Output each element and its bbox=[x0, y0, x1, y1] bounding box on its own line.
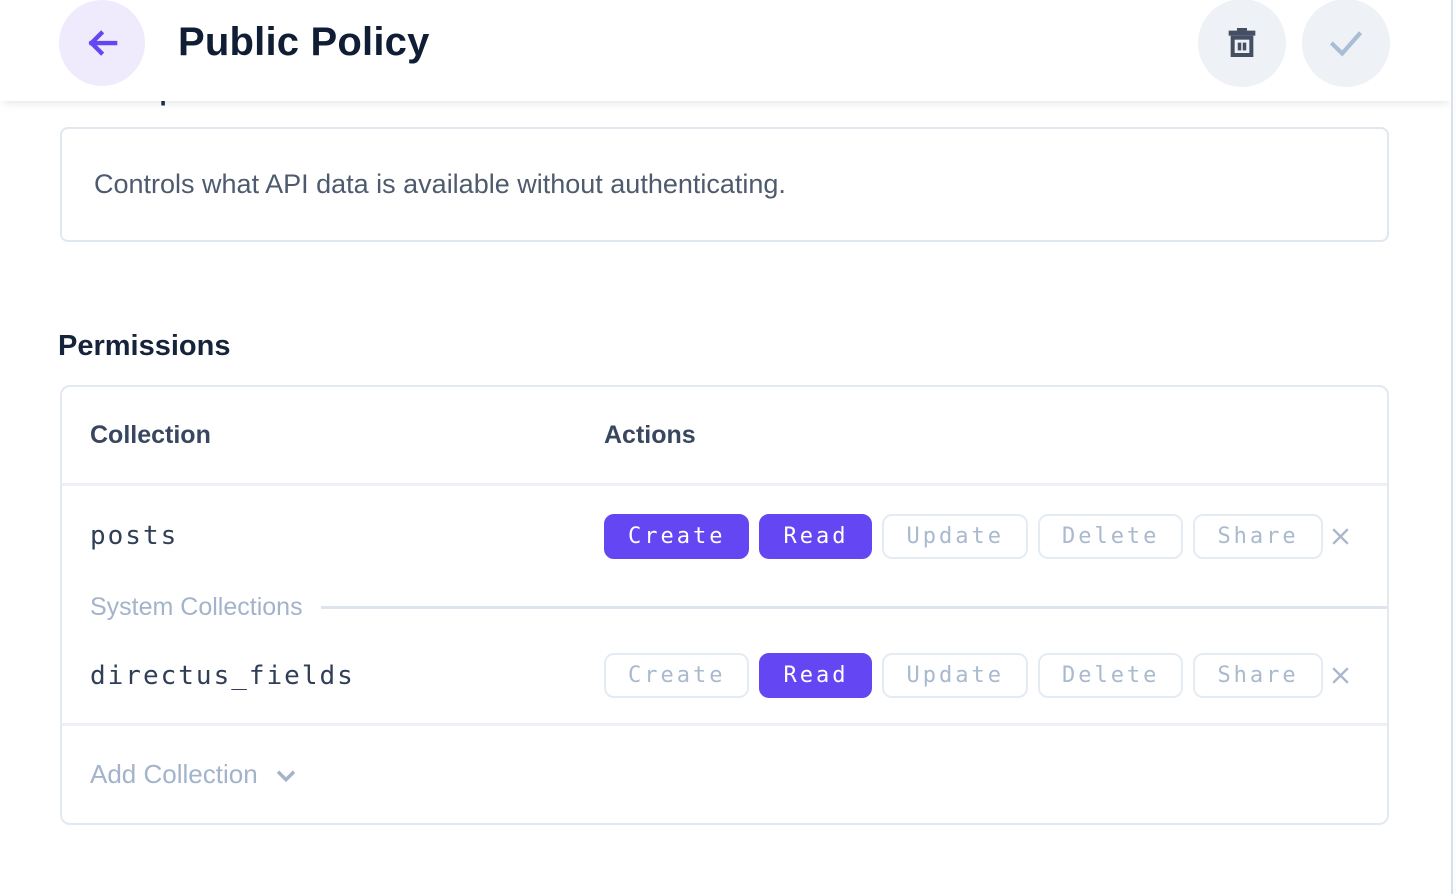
permissions-table: Collection Actions posts Create Read Upd… bbox=[60, 385, 1389, 825]
action-button-update[interactable]: Update bbox=[882, 514, 1027, 559]
description-value: Controls what API data is available with… bbox=[94, 169, 786, 200]
action-button-delete[interactable]: Delete bbox=[1038, 653, 1183, 698]
trash-icon bbox=[1222, 23, 1262, 63]
action-button-update[interactable]: Update bbox=[882, 653, 1027, 698]
arrow-left-icon bbox=[81, 22, 123, 64]
remove-row-button[interactable] bbox=[1325, 521, 1355, 551]
permission-row-directus-fields: directus_fields Create Read Update Delet… bbox=[62, 628, 1387, 726]
column-header-actions: Actions bbox=[604, 421, 1325, 450]
collection-name: posts bbox=[90, 521, 604, 551]
add-collection-button[interactable]: Add Collection bbox=[62, 726, 1387, 823]
page-title: Public Policy bbox=[178, 0, 430, 84]
permissions-heading: Permissions bbox=[58, 330, 230, 363]
description-input[interactable]: Controls what API data is available with… bbox=[60, 127, 1389, 242]
action-button-read[interactable]: Read bbox=[759, 514, 872, 559]
action-button-create[interactable]: Create bbox=[604, 653, 749, 698]
close-icon bbox=[1327, 523, 1354, 550]
action-button-delete[interactable]: Delete bbox=[1038, 514, 1183, 559]
permissions-table-header: Collection Actions bbox=[62, 387, 1387, 486]
actions-cell: Create Read Update Delete Share bbox=[604, 653, 1325, 698]
actions-cell: Create Read Update Delete Share bbox=[604, 514, 1325, 559]
action-button-read[interactable]: Read bbox=[759, 653, 872, 698]
system-collections-divider: System Collections bbox=[62, 586, 1387, 628]
column-header-collection: Collection bbox=[90, 421, 604, 450]
remove-row-button[interactable] bbox=[1325, 661, 1355, 691]
permission-row-posts: posts Create Read Update Delete Share bbox=[62, 486, 1387, 586]
title-bar: Public Policy bbox=[0, 0, 1452, 101]
group-divider-line bbox=[321, 606, 1387, 609]
action-button-share[interactable]: Share bbox=[1193, 653, 1322, 698]
group-label: System Collections bbox=[90, 593, 303, 622]
save-button[interactable] bbox=[1302, 0, 1390, 87]
close-icon bbox=[1327, 662, 1354, 689]
check-icon bbox=[1325, 22, 1367, 64]
add-collection-label: Add Collection bbox=[90, 759, 258, 790]
back-button[interactable] bbox=[59, 0, 145, 86]
collection-name: directus_fields bbox=[90, 661, 604, 691]
action-button-share[interactable]: Share bbox=[1193, 514, 1322, 559]
action-button-create[interactable]: Create bbox=[604, 514, 749, 559]
delete-policy-button[interactable] bbox=[1198, 0, 1286, 87]
chevron-down-icon bbox=[270, 759, 302, 791]
